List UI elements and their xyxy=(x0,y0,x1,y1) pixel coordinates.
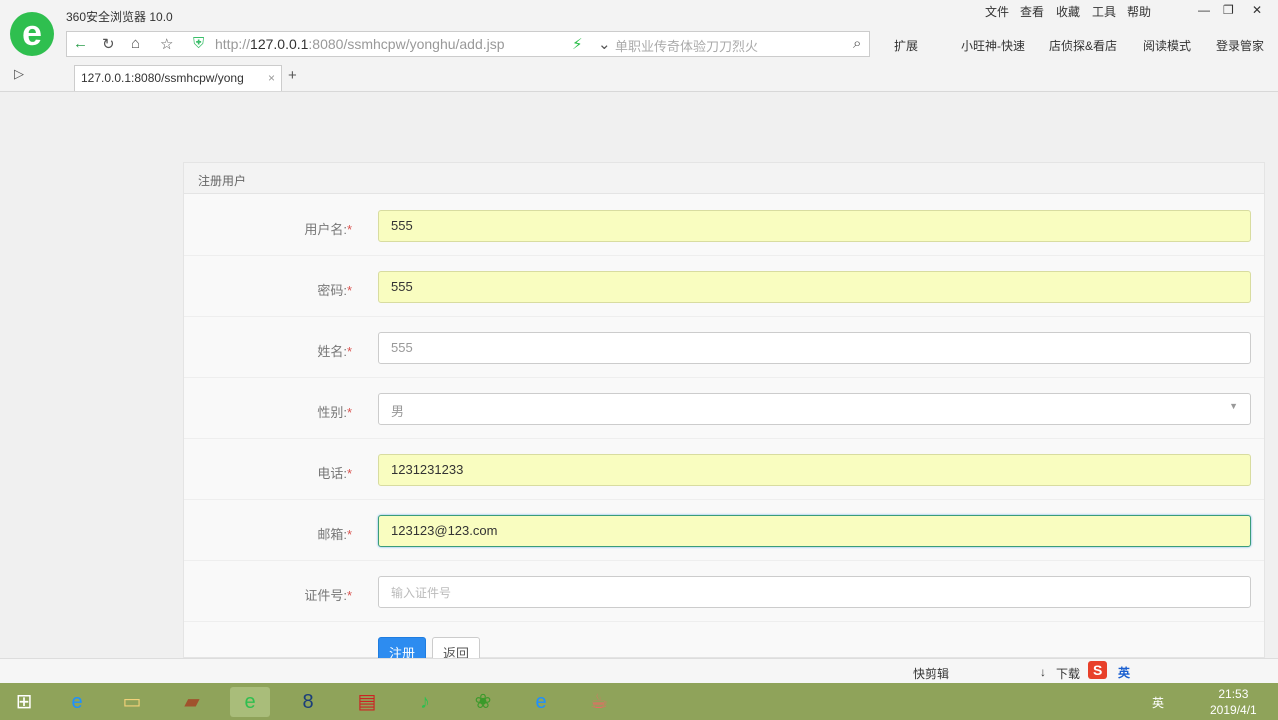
window-title: 360安全浏览器 10.0 xyxy=(66,10,173,24)
gender-value: 男 xyxy=(391,404,405,419)
username-input[interactable]: 555 xyxy=(378,210,1251,242)
ie2-icon[interactable]: e xyxy=(521,687,561,717)
sidebar-toggle-icon[interactable]: ▷ xyxy=(14,66,24,82)
toolbar-login-manager[interactable]: 登录管家 xyxy=(1216,37,1264,54)
form-row-phone: 电话:* 1231231233 xyxy=(184,439,1264,500)
email-label: 邮箱:* xyxy=(317,527,352,542)
menu-tools[interactable]: 工具 xyxy=(1092,3,1116,20)
url-text[interactable]: http://127.0.0.1:8080/ssmhcpw/yonghu/add… xyxy=(215,36,505,52)
email-input[interactable]: 123123@123.com xyxy=(378,515,1251,547)
id-number-input[interactable]: 输入证件号 xyxy=(378,576,1251,608)
clock-date: 2019/4/1 xyxy=(1210,703,1257,717)
home-icon[interactable]: ⌂ xyxy=(131,35,140,52)
download-icon[interactable]: ↓ xyxy=(1040,665,1046,679)
name-input[interactable]: 555 xyxy=(378,332,1251,364)
menu-favorites[interactable]: 收藏 xyxy=(1056,3,1080,20)
reload-icon[interactable]: ↻ xyxy=(102,35,115,53)
password-input[interactable]: 555 xyxy=(378,271,1251,303)
panel-heading: 注册用户 xyxy=(184,163,1264,194)
browser-status-bar: 快剪辑 ↓ 下载 S 英 xyxy=(0,658,1278,683)
explorer-icon[interactable]: ▭ xyxy=(112,687,152,717)
shield-icon: ⛨ xyxy=(193,35,205,52)
maximize-icon[interactable]: ❐ xyxy=(1223,3,1234,17)
username-label: 用户名:* xyxy=(304,222,352,237)
form-row-gender: 性别:* 男 ▼ xyxy=(184,378,1264,439)
gender-select[interactable]: 男 ▼ xyxy=(378,393,1251,425)
browser-tab[interactable]: 127.0.0.1:8080/ssmhcpw/yong × xyxy=(74,65,282,91)
java-icon[interactable]: ☕ xyxy=(579,687,619,717)
browser-logo-icon: e xyxy=(10,12,54,56)
register-panel: 注册用户 用户名:* 555 密码:* 555 姓名:* 555 性别:* 男 ▼… xyxy=(183,162,1265,663)
ie-icon[interactable]: e xyxy=(57,687,97,717)
clock-time: 21:53 xyxy=(1218,687,1249,701)
search-icon[interactable]: ⌕ xyxy=(853,35,861,52)
close-window-icon[interactable]: ✕ xyxy=(1252,3,1262,17)
music-icon[interactable]: ♪ xyxy=(405,687,445,717)
lightning-icon[interactable]: ⚡ xyxy=(572,35,583,53)
chevron-down-icon: ▼ xyxy=(1229,401,1238,411)
toolbar-dianzhentan[interactable]: 店侦探&看店 xyxy=(1049,37,1117,54)
app-8-icon[interactable]: 8 xyxy=(288,687,328,717)
toolbar-reader-mode[interactable]: 阅读模式 xyxy=(1143,37,1191,54)
tab-close-icon[interactable]: × xyxy=(268,71,275,85)
tab-title: 127.0.0.1:8080/ssmhcpw/yong xyxy=(81,71,244,85)
sogou-ime-icon[interactable]: S xyxy=(1088,661,1108,679)
password-label: 密码:* xyxy=(317,283,352,298)
dropdown-icon[interactable]: ⌄ xyxy=(598,35,611,53)
phone-input[interactable]: 1231231233 xyxy=(378,454,1251,486)
quick-clip-button[interactable]: 快剪辑 xyxy=(913,665,949,682)
browser-360-icon[interactable]: e xyxy=(230,687,270,717)
menu-view[interactable]: 查看 xyxy=(1020,3,1044,20)
form-row-id: 证件号:* 输入证件号 xyxy=(184,561,1264,622)
book-app-icon[interactable]: ▰ xyxy=(172,687,212,717)
paw-icon[interactable]: ❀ xyxy=(463,687,503,717)
tray-ime[interactable]: 英 xyxy=(1152,694,1164,711)
ime-mode[interactable]: 英 xyxy=(1118,664,1130,681)
toolbar-xiaowangshen[interactable]: 小旺神-快速 xyxy=(961,37,1025,54)
minimize-icon[interactable]: — xyxy=(1198,3,1210,17)
start-icon[interactable]: ⊞ xyxy=(4,687,44,717)
browser-chrome: e 360安全浏览器 10.0 文件 查看 收藏 工具 帮助 — ❐ ✕ ← ↻… xyxy=(0,0,1278,92)
menu-help[interactable]: 帮助 xyxy=(1127,3,1151,20)
menu-file[interactable]: 文件 xyxy=(985,3,1009,20)
form-row-name: 姓名:* 555 xyxy=(184,317,1264,378)
form-row-username: 用户名:* 555 xyxy=(184,195,1264,256)
id-label: 证件号:* xyxy=(304,588,352,603)
gender-label: 性别:* xyxy=(317,405,352,420)
form-row-email: 邮箱:* 123123@123.com xyxy=(184,500,1264,561)
clock[interactable]: 21:53 2019/4/1 xyxy=(1210,686,1257,718)
notes-icon[interactable]: ▤ xyxy=(347,687,387,717)
download-button[interactable]: 下载 xyxy=(1056,665,1080,682)
windows-taskbar: ⊞ e ▭ ▰ e 8 ▤ ♪ ❀ e ☕ 英 21:53 2019/4/1 xyxy=(0,683,1278,720)
search-input[interactable]: 单职业传奇体验刀刀烈火 xyxy=(615,36,758,55)
star-icon[interactable]: ☆ xyxy=(160,35,173,53)
phone-label: 电话:* xyxy=(317,466,352,481)
toolbar-extensions[interactable]: 扩展 xyxy=(894,37,918,54)
new-tab-icon[interactable]: + xyxy=(288,67,297,84)
name-label: 姓名:* xyxy=(317,344,352,359)
form-row-password: 密码:* 555 xyxy=(184,256,1264,317)
back-icon[interactable]: ← xyxy=(73,35,88,52)
